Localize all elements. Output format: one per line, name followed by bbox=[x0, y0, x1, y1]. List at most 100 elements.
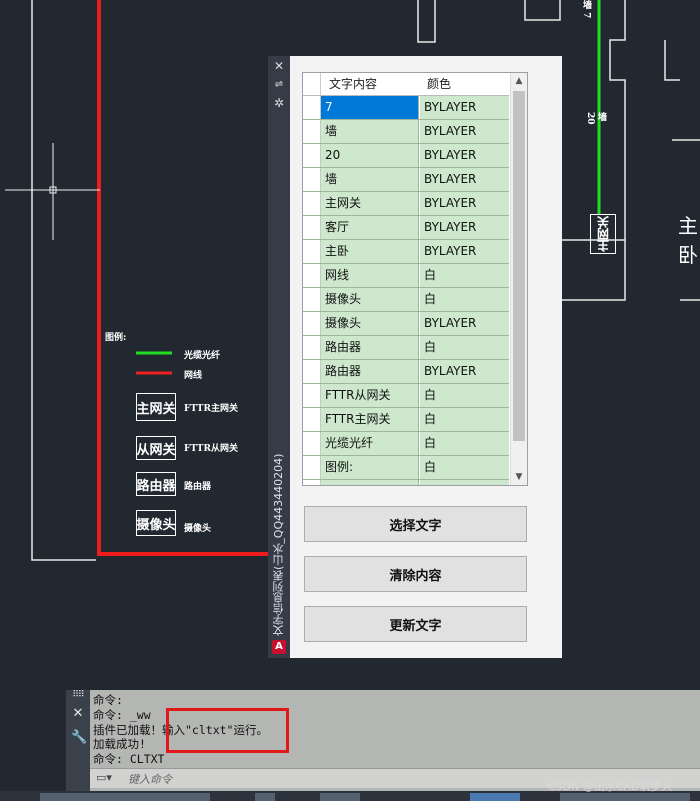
status-segment[interactable] bbox=[470, 793, 520, 801]
row-header[interactable] bbox=[303, 120, 321, 143]
cell-color[interactable]: BYLAYER bbox=[420, 480, 509, 485]
row-header[interactable] bbox=[303, 288, 321, 311]
table-row[interactable]: 路由器 BYLAYER bbox=[303, 360, 509, 384]
clear-content-button[interactable]: 清除内容 bbox=[304, 556, 527, 592]
update-text-button[interactable]: 更新文字 bbox=[304, 606, 527, 642]
cell-text[interactable]: 路由器 bbox=[321, 360, 419, 383]
cell-text[interactable]: 网线 bbox=[321, 264, 419, 287]
cell-color[interactable]: BYLAYER bbox=[420, 240, 509, 263]
cell-color[interactable]: 白 bbox=[420, 336, 509, 359]
column-header-text[interactable]: 文字内容 bbox=[329, 73, 377, 95]
table-row[interactable]: 客厅 BYLAYER bbox=[303, 216, 509, 240]
column-header-color[interactable]: 颜色 bbox=[427, 73, 451, 95]
row-header[interactable] bbox=[303, 216, 321, 239]
scroll-up-icon[interactable]: ▲ bbox=[511, 73, 527, 89]
cell-color[interactable]: BYLAYER bbox=[420, 216, 509, 239]
table-row[interactable]: 墙 BYLAYER bbox=[303, 120, 509, 144]
table-row[interactable]: 从网关BYLAYER bbox=[303, 480, 509, 485]
cell-text[interactable]: 主网关 bbox=[321, 192, 419, 215]
table-row[interactable]: 墙 BYLAYER bbox=[303, 168, 509, 192]
cell-text[interactable]: 墙 bbox=[321, 168, 419, 191]
row-header[interactable] bbox=[303, 432, 321, 455]
cell-text[interactable]: 墙 bbox=[321, 120, 419, 143]
table-row[interactable]: 图例: 白 bbox=[303, 456, 509, 480]
row-header[interactable] bbox=[303, 360, 321, 383]
autohide-icon[interactable]: ⇌ bbox=[272, 78, 286, 92]
table-row[interactable]: 网线白 bbox=[303, 264, 509, 288]
row-header[interactable] bbox=[303, 144, 321, 167]
row-header[interactable] bbox=[303, 96, 321, 119]
cell-text[interactable]: 20 bbox=[321, 144, 419, 167]
table-row[interactable]: 主卧 BYLAYER bbox=[303, 240, 509, 264]
wrench-icon[interactable]: 🔧 bbox=[71, 730, 87, 745]
cell-color[interactable]: BYLAYER bbox=[420, 120, 509, 143]
row-header[interactable] bbox=[303, 384, 321, 407]
cell-text[interactable]: FTTR主网关 bbox=[321, 408, 419, 431]
cell-color[interactable]: BYLAYER bbox=[420, 312, 509, 335]
cell-text[interactable]: 摄像头 bbox=[321, 312, 419, 335]
cell-color[interactable]: BYLAYER bbox=[420, 144, 509, 167]
cell-text[interactable]: 从网关 bbox=[321, 480, 419, 485]
cell-color[interactable]: BYLAYER bbox=[420, 96, 509, 119]
status-segment[interactable] bbox=[560, 793, 690, 801]
scroll-down-icon[interactable]: ▼ bbox=[511, 469, 527, 485]
cell-text[interactable]: 路由器 bbox=[321, 336, 419, 359]
cell-text[interactable]: 客厅 bbox=[321, 216, 419, 239]
cell-text[interactable]: FTTR从网关 bbox=[321, 384, 419, 407]
cell-text[interactable]: 图例: bbox=[321, 456, 419, 479]
command-prompt-icon[interactable]: ▭▾ bbox=[96, 771, 112, 784]
cell-color[interactable]: BYLAYER bbox=[420, 168, 509, 191]
cell-color[interactable]: 白 bbox=[420, 264, 509, 287]
row-header[interactable] bbox=[303, 168, 321, 191]
cell-color[interactable]: BYLAYER bbox=[420, 192, 509, 215]
legend-label-main-gateway: FTTR主网关 bbox=[184, 404, 238, 414]
cell-color[interactable]: 白 bbox=[420, 408, 509, 431]
room-label: 主卧 bbox=[678, 214, 698, 267]
row-header-corner bbox=[303, 73, 321, 95]
table-row[interactable]: 路由器白 bbox=[303, 336, 509, 360]
table-row[interactable]: 摄像头白 bbox=[303, 288, 509, 312]
row-header[interactable] bbox=[303, 408, 321, 431]
cell-color[interactable]: BYLAYER bbox=[420, 360, 509, 383]
watermark: CSDN @山水CAD筑梦人 bbox=[548, 780, 673, 793]
cell-color[interactable]: 白 bbox=[420, 456, 509, 479]
table-row[interactable]: FTTR从网关白 bbox=[303, 384, 509, 408]
status-segment[interactable] bbox=[320, 793, 360, 801]
table-row[interactable]: 20 BYLAYER bbox=[303, 144, 509, 168]
table-row[interactable]: 7 BYLAYER bbox=[303, 96, 509, 120]
legend-label-fiber: 光缆光纤 bbox=[184, 351, 221, 361]
table-row[interactable]: 摄像头 BYLAYER bbox=[303, 312, 509, 336]
cell-color[interactable]: 白 bbox=[420, 288, 509, 311]
status-segment[interactable] bbox=[255, 793, 275, 801]
cell-color[interactable]: 白 bbox=[420, 432, 509, 455]
status-segment[interactable] bbox=[40, 793, 210, 801]
palette-title-strip: ✕ ⇌ ✲ 文字信息列表(山水_QQ443440204) A bbox=[268, 56, 290, 658]
close-icon[interactable]: ✕ bbox=[272, 59, 286, 73]
table-row[interactable]: FTTR主网关白 bbox=[303, 408, 509, 432]
legend-box-sub-gateway: 从网关 bbox=[136, 436, 176, 460]
row-header[interactable] bbox=[303, 480, 321, 485]
settings-icon[interactable]: ✲ bbox=[272, 96, 286, 110]
table-row[interactable]: 主网关 BYLAYER bbox=[303, 192, 509, 216]
drag-handle-icon[interactable]: ⠿⠿ bbox=[71, 690, 85, 700]
legend-title: 图例: bbox=[105, 333, 127, 343]
table-row[interactable]: 光缆光纤白 bbox=[303, 432, 509, 456]
scroll-thumb[interactable] bbox=[513, 91, 525, 441]
row-header[interactable] bbox=[303, 456, 321, 479]
row-header[interactable] bbox=[303, 312, 321, 335]
row-header[interactable] bbox=[303, 264, 321, 287]
close-icon[interactable]: ✕ bbox=[71, 706, 85, 721]
cell-color[interactable]: 白 bbox=[420, 384, 509, 407]
row-header[interactable] bbox=[303, 240, 321, 263]
cell-text[interactable]: 光缆光纤 bbox=[321, 432, 419, 455]
legend-label-camera: 摄像头 bbox=[184, 524, 212, 534]
row-header[interactable] bbox=[303, 192, 321, 215]
row-header[interactable] bbox=[303, 336, 321, 359]
cell-text[interactable]: 7 bbox=[321, 96, 419, 119]
legend-label-sub-gateway: FTTR从网关 bbox=[184, 444, 238, 454]
text-table[interactable]: 文字内容 颜色 7 BYLAYER 墙 BYLAYER 20 BYLAYER 墙 BYLAYE… bbox=[302, 72, 528, 486]
select-text-button[interactable]: 选择文字 bbox=[304, 506, 527, 542]
cell-text[interactable]: 摄像头 bbox=[321, 288, 419, 311]
cell-text[interactable]: 主卧 bbox=[321, 240, 419, 263]
table-scrollbar[interactable]: ▲ ▼ bbox=[510, 73, 527, 485]
